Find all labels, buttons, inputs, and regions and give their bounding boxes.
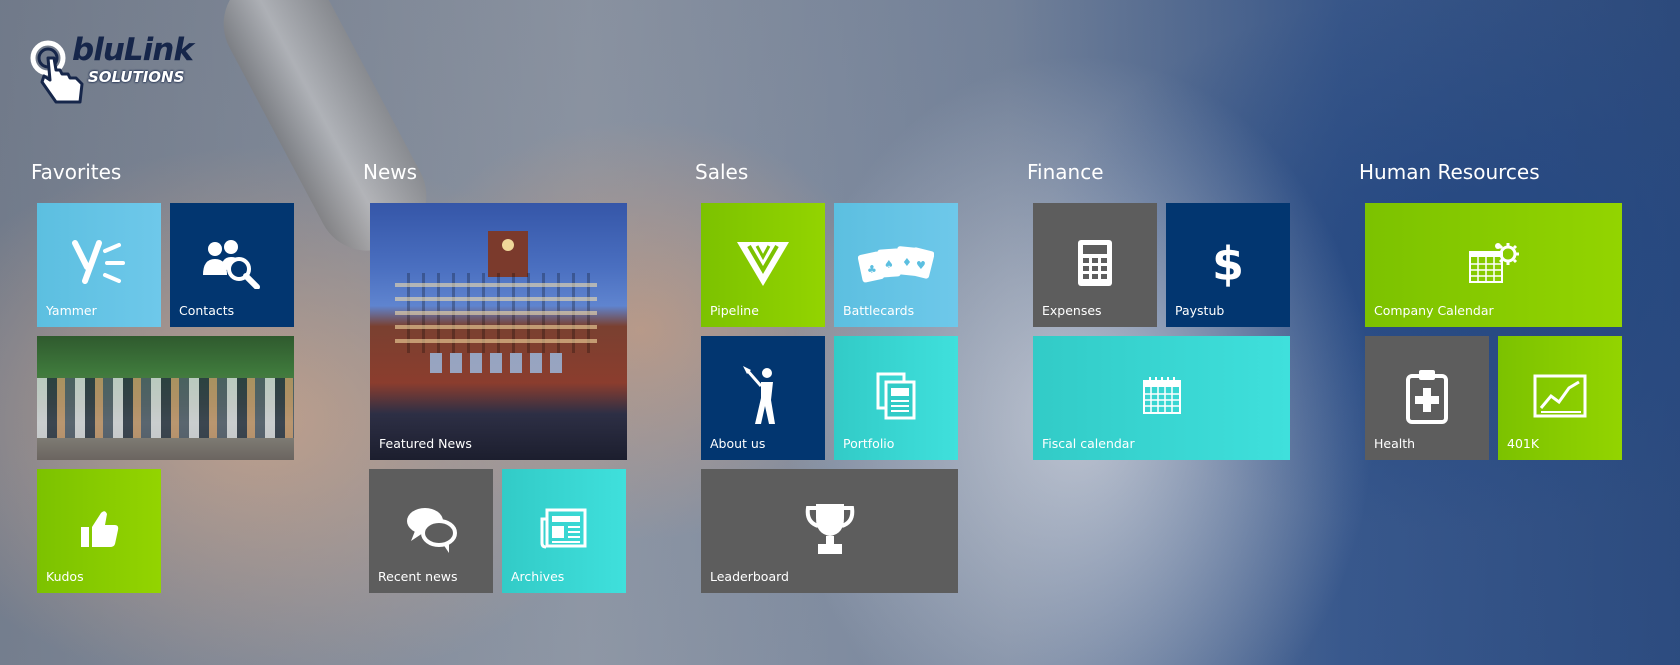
tile-paystub[interactable]: $ Paystub bbox=[1166, 203, 1290, 327]
trophy-icon bbox=[805, 503, 854, 554]
svg-text:♥: ♥ bbox=[916, 259, 926, 272]
calendar-icon bbox=[1142, 376, 1181, 414]
tile-label: Featured News bbox=[379, 436, 472, 451]
tile-pipeline[interactable]: Pipeline bbox=[701, 203, 825, 327]
tile-battlecards[interactable]: ♣ ♠ ♦ ♥ Battlecards bbox=[834, 203, 958, 327]
line-chart-icon bbox=[1533, 374, 1587, 418]
chat-bubbles-icon bbox=[407, 507, 457, 553]
tile-leaderboard[interactable]: Leaderboard bbox=[701, 469, 958, 593]
tile-label: Contacts bbox=[179, 303, 235, 318]
tile-portfolio[interactable]: Portfolio bbox=[834, 336, 958, 460]
tile-recent-news[interactable]: Recent news bbox=[369, 469, 493, 593]
group-title: Favorites bbox=[31, 160, 122, 184]
tile-label: Paystub bbox=[1175, 303, 1225, 318]
tile-label: Archives bbox=[511, 569, 565, 584]
headquarters-photo bbox=[488, 231, 528, 277]
building-windows bbox=[395, 273, 597, 353]
tile-expenses[interactable]: Expenses bbox=[1033, 203, 1157, 327]
funnel-icon bbox=[737, 241, 789, 286]
tile-label: Kudos bbox=[46, 569, 84, 584]
tile-team-photo[interactable] bbox=[37, 336, 294, 460]
thumbs-up-icon bbox=[81, 510, 119, 547]
building-lights bbox=[430, 353, 570, 373]
tile-label: 401K bbox=[1507, 436, 1540, 451]
brand-logo[interactable]: bluLink SOLUTIONS bbox=[30, 32, 194, 104]
tile-archives[interactable]: Archives bbox=[502, 469, 626, 593]
svg-text:♠: ♠ bbox=[884, 258, 894, 271]
tile-label: Fiscal calendar bbox=[1042, 436, 1135, 451]
tile-yammer[interactable]: Yammer bbox=[37, 203, 161, 327]
tile-label: About us bbox=[710, 436, 766, 451]
tile-label: Yammer bbox=[46, 303, 97, 318]
tile-label: Portfolio bbox=[843, 436, 895, 451]
tile-contacts[interactable]: Contacts bbox=[170, 203, 294, 327]
tile-label: Pipeline bbox=[710, 303, 759, 318]
clipboard-plus-icon bbox=[1406, 369, 1448, 424]
tile-label: Leaderboard bbox=[710, 569, 789, 584]
tile-company-calendar[interactable]: Company Calendar bbox=[1365, 203, 1622, 327]
tile-label: Battlecards bbox=[843, 303, 915, 318]
svg-text:$: $ bbox=[1212, 238, 1244, 288]
tile-fiscal-calendar[interactable]: Fiscal calendar bbox=[1033, 336, 1290, 460]
svg-text:♣: ♣ bbox=[867, 263, 877, 276]
playing-cards-icon: ♣ ♠ ♦ ♥ bbox=[858, 245, 934, 282]
group-title: Human Resources bbox=[1359, 160, 1540, 184]
tile-label: Health bbox=[1374, 436, 1416, 451]
brand-name: bluLink bbox=[72, 32, 194, 68]
golfer-icon bbox=[743, 365, 775, 424]
newspaper-icon bbox=[540, 508, 587, 549]
tile-label: Expenses bbox=[1042, 303, 1102, 318]
group-title: Finance bbox=[1027, 160, 1104, 184]
dollar-icon: $ bbox=[1212, 238, 1244, 288]
tile-label: Company Calendar bbox=[1374, 303, 1494, 318]
tile-about-us[interactable]: About us bbox=[701, 336, 825, 460]
group-title: Sales bbox=[695, 160, 749, 184]
documents-icon bbox=[876, 372, 916, 420]
tile-health[interactable]: Health bbox=[1365, 336, 1489, 460]
brand-subtitle: SOLUTIONS bbox=[88, 68, 185, 86]
tile-featured-news[interactable]: Featured News bbox=[370, 203, 627, 460]
calendar-gear-icon bbox=[1468, 242, 1519, 283]
team-photo bbox=[37, 378, 294, 438]
calculator-icon bbox=[1078, 239, 1112, 286]
group-title: News bbox=[363, 160, 418, 184]
contacts-search-icon bbox=[203, 239, 260, 289]
tile-kudos[interactable]: Kudos bbox=[37, 469, 161, 593]
tile-label: Recent news bbox=[378, 569, 458, 584]
svg-text:♦: ♦ bbox=[902, 256, 912, 269]
tile-401k[interactable]: 401K bbox=[1498, 336, 1622, 460]
yammer-icon bbox=[72, 239, 125, 284]
